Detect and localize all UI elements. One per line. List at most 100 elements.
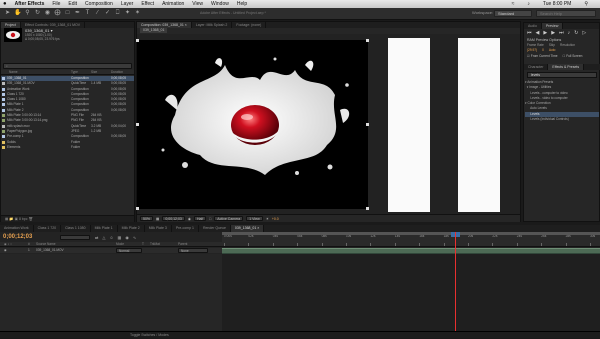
timeline-tab[interactable]: Milk Plate 2: [118, 225, 145, 232]
layer-visibility-icon[interactable]: ◉: [0, 248, 28, 253]
next-frame-icon[interactable]: ▶: [551, 30, 555, 36]
loop-icon[interactable]: ↻: [574, 30, 578, 36]
last-frame-icon[interactable]: ⏭: [559, 30, 564, 36]
motion-blur-icon[interactable]: ◉: [125, 235, 129, 240]
project-item[interactable]: Elements Folder: [1, 145, 134, 150]
pen-tool-icon[interactable]: ✒: [74, 10, 81, 17]
transform-handle[interactable]: [136, 207, 139, 210]
col-name[interactable]: Name: [1, 70, 71, 74]
transform-handle[interactable]: [136, 123, 139, 126]
layer-row[interactable]: ◉ 1 039_1368_01.MOV Normal None: [0, 248, 222, 254]
timeline-current-time[interactable]: 0;00;12;03: [3, 234, 32, 240]
brush-tool-icon[interactable]: ∕: [94, 10, 101, 17]
menu-view[interactable]: View: [192, 1, 203, 7]
zoom-select[interactable]: 50%: [140, 216, 154, 221]
timeline-tab[interactable]: 039_1368_01 ×: [230, 225, 265, 232]
menu-layer[interactable]: Layer: [121, 1, 134, 7]
layer-parent-select[interactable]: None: [178, 248, 208, 253]
timeline-tab[interactable]: Class 1 1080: [61, 225, 91, 232]
timeline-tab[interactable]: Animation Work: [0, 225, 34, 232]
tab-preview[interactable]: Preview: [541, 23, 564, 29]
col-type[interactable]: Type: [71, 70, 91, 74]
transform-handle[interactable]: [366, 123, 369, 126]
mute-icon[interactable]: ♪: [568, 30, 571, 36]
effects-search-input[interactable]: levels: [527, 72, 597, 78]
wifi-icon[interactable]: ≈: [512, 1, 515, 7]
frame-blending-icon[interactable]: ▦: [118, 235, 122, 240]
layer-name[interactable]: 039_1368_01.MOV: [36, 248, 116, 253]
col-trkmat[interactable]: TrkMat: [150, 242, 178, 246]
current-time-display[interactable]: 0;00;12;03: [162, 216, 185, 221]
interpret-footage-icon[interactable]: ▦: [5, 217, 8, 221]
hand-tool-icon[interactable]: ✋: [14, 10, 21, 17]
first-frame-icon[interactable]: ⏮: [527, 30, 532, 36]
type-tool-icon[interactable]: T: [84, 10, 91, 17]
new-comp-icon[interactable]: ▣: [15, 217, 18, 221]
col-layer-index[interactable]: #: [28, 242, 36, 246]
ram-preview-icon[interactable]: ▷: [582, 30, 586, 36]
skip-field[interactable]: 0: [542, 48, 544, 52]
timeline-tab[interactable]: Render Queue: [199, 225, 231, 232]
menu-edit[interactable]: Edit: [68, 1, 77, 7]
current-time-indicator[interactable]: [455, 232, 457, 338]
grid-icon[interactable]: ▦: [156, 217, 159, 221]
ram-preview-options[interactable]: RAM Preview Options: [527, 38, 561, 42]
col-source-name[interactable]: Source Name: [36, 242, 116, 246]
comp-mini-flowchart-icon[interactable]: ⇄: [95, 235, 98, 240]
timeline-tab[interactable]: Milk Plate 1: [91, 225, 118, 232]
transform-handle[interactable]: [136, 39, 139, 42]
effects-tree-item[interactable]: Levels (Individual Controls): [525, 117, 599, 122]
timeline-tab[interactable]: Pre-comp 1: [172, 225, 199, 232]
transform-handle[interactable]: [366, 207, 369, 210]
shy-layers-icon[interactable]: ☺: [109, 235, 113, 240]
spotlight-icon[interactable]: ⚲: [584, 1, 588, 7]
tab-effects-presets[interactable]: Effects & Presets: [548, 64, 585, 70]
menu-composition[interactable]: Composition: [85, 1, 113, 7]
comp-navigator-tab[interactable]: 039_1368_01: [140, 28, 168, 33]
bpc-toggle[interactable]: 8 bpc: [19, 217, 28, 221]
zoom-tool-icon[interactable]: ⚲: [24, 10, 31, 17]
selection-tool-icon[interactable]: ➤: [4, 10, 11, 17]
from-current-time-checkbox[interactable]: ☑ From Current Time: [527, 54, 558, 58]
resolution-preview-select[interactable]: Auto: [549, 48, 556, 52]
timeline-tab[interactable]: Class 1 720: [34, 225, 62, 232]
workspace-select[interactable]: Standard: [494, 10, 532, 17]
apple-menu-icon[interactable]: ●: [3, 1, 7, 7]
layer-mode-select[interactable]: Normal: [116, 248, 142, 253]
draft-3d-icon[interactable]: △: [102, 235, 105, 240]
exposure-value[interactable]: +0.0: [272, 217, 279, 221]
project-search-input[interactable]: ⌕: [3, 63, 132, 69]
col-duration[interactable]: Duration: [111, 70, 134, 74]
full-screen-checkbox[interactable]: ☐ Full Screen: [563, 54, 583, 58]
play-icon[interactable]: ▶: [543, 30, 547, 36]
new-folder-icon[interactable]: 📁: [9, 217, 13, 221]
clone-stamp-tool-icon[interactable]: ✓: [104, 10, 111, 17]
toggle-switches-modes[interactable]: Toggle Switches / Modes: [0, 331, 600, 338]
region-of-interest-icon[interactable]: □: [209, 217, 211, 221]
menu-animation[interactable]: Animation: [162, 1, 184, 7]
tab-layer[interactable]: Layer: Milk Splash 2: [192, 22, 233, 28]
rotate-tool-icon[interactable]: ↻: [34, 10, 41, 17]
volume-icon[interactable]: ♪: [527, 1, 530, 7]
tab-footage[interactable]: Footage: (none): [232, 22, 267, 28]
resolution-select[interactable]: Half: [193, 216, 207, 221]
col-t[interactable]: T: [142, 242, 150, 246]
roto-brush-tool-icon[interactable]: ✦: [124, 10, 131, 17]
camera-tool-icon[interactable]: ◉: [44, 10, 51, 17]
menu-help[interactable]: Help: [237, 1, 247, 7]
work-area-bar[interactable]: [222, 232, 600, 235]
menu-file[interactable]: File: [52, 1, 60, 7]
menu-app-name[interactable]: After Effects: [15, 1, 45, 7]
puppet-tool-icon[interactable]: ✶: [134, 10, 141, 17]
tab-character[interactable]: Character: [524, 64, 549, 70]
transform-handle[interactable]: [366, 39, 369, 42]
col-parent[interactable]: Parent: [178, 242, 208, 246]
snapshot-icon[interactable]: ◉: [188, 217, 191, 221]
tab-audio[interactable]: Audio: [524, 23, 542, 29]
timeline-tab[interactable]: Milk Plate 3: [145, 225, 172, 232]
menu-effect[interactable]: Effect: [141, 1, 154, 7]
search-help-field[interactable]: Search Help: [536, 10, 596, 17]
exposure-icon[interactable]: ☀: [266, 217, 269, 221]
timeline-search-input[interactable]: [60, 235, 90, 240]
prev-frame-icon[interactable]: ◀: [536, 30, 540, 36]
